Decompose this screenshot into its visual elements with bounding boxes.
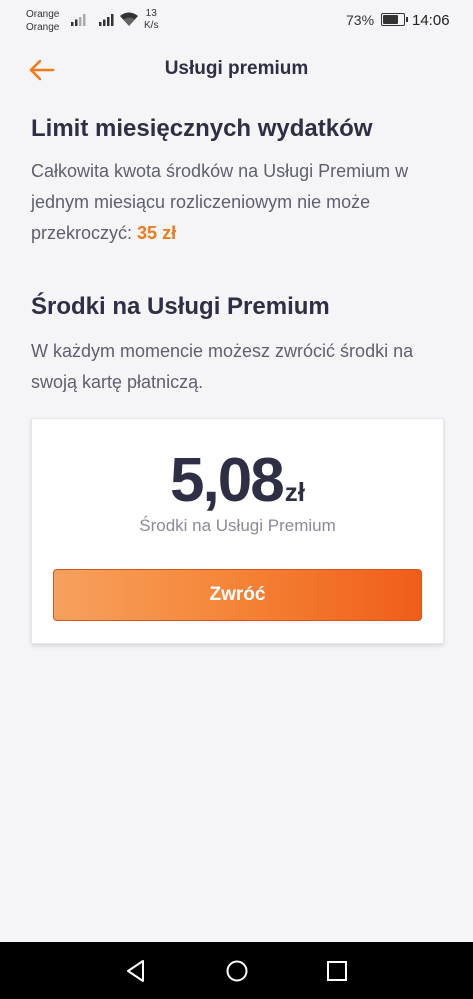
battery-icon bbox=[381, 13, 408, 26]
carrier-1: Orange bbox=[26, 9, 60, 20]
spending-limit-text: Całkowita kwota środków na Usługi Premiu… bbox=[31, 161, 409, 243]
network-speed-unit: K/s bbox=[144, 20, 159, 31]
network-speed: 13 K/s bbox=[144, 8, 158, 32]
signal-icon bbox=[71, 14, 86, 26]
clock: 14:06 bbox=[412, 12, 450, 29]
spending-limit-heading: Limit miesięcznych wydatków bbox=[31, 115, 373, 142]
spending-limit-amount: 35 zł bbox=[137, 223, 177, 243]
carrier-labels: Orange Orange bbox=[26, 8, 59, 34]
carrier-2: Orange bbox=[26, 22, 60, 33]
triangle-back-icon[interactable] bbox=[122, 957, 150, 985]
premium-funds-heading: Środki na Usługi Premium bbox=[31, 293, 330, 320]
balance-value: 5,08 bbox=[170, 446, 285, 515]
page-title: Usługi premium bbox=[164, 58, 309, 79]
network-speed-value: 13 bbox=[145, 8, 157, 19]
circle-home-icon[interactable] bbox=[223, 957, 251, 985]
balance-amount: 5,08zł bbox=[32, 445, 443, 516]
balance-label: Środki na Usługi Premium bbox=[139, 516, 336, 535]
battery-fill bbox=[383, 15, 398, 24]
premium-funds-description: W każdym momencie możesz zwrócić środki … bbox=[31, 341, 414, 392]
battery-nub bbox=[406, 17, 408, 22]
system-nav-bar bbox=[0, 942, 473, 999]
balance-currency: zł bbox=[284, 477, 305, 507]
spending-limit-description: Całkowita kwota środków na Usługi Premiu… bbox=[31, 156, 446, 249]
balance-card: 5,08zł Środki na Usługi Premium Zwróć bbox=[31, 418, 444, 644]
battery-percent: 73% bbox=[346, 12, 375, 28]
square-recents-icon[interactable] bbox=[323, 957, 351, 985]
refund-button[interactable]: Zwróć bbox=[53, 569, 422, 621]
signal-icon bbox=[99, 14, 114, 26]
status-bar: Orange Orange 13 K/s 73% 14:06 bbox=[0, 0, 473, 42]
wifi-icon bbox=[120, 12, 138, 26]
app-header: Usługi premium bbox=[0, 42, 473, 98]
